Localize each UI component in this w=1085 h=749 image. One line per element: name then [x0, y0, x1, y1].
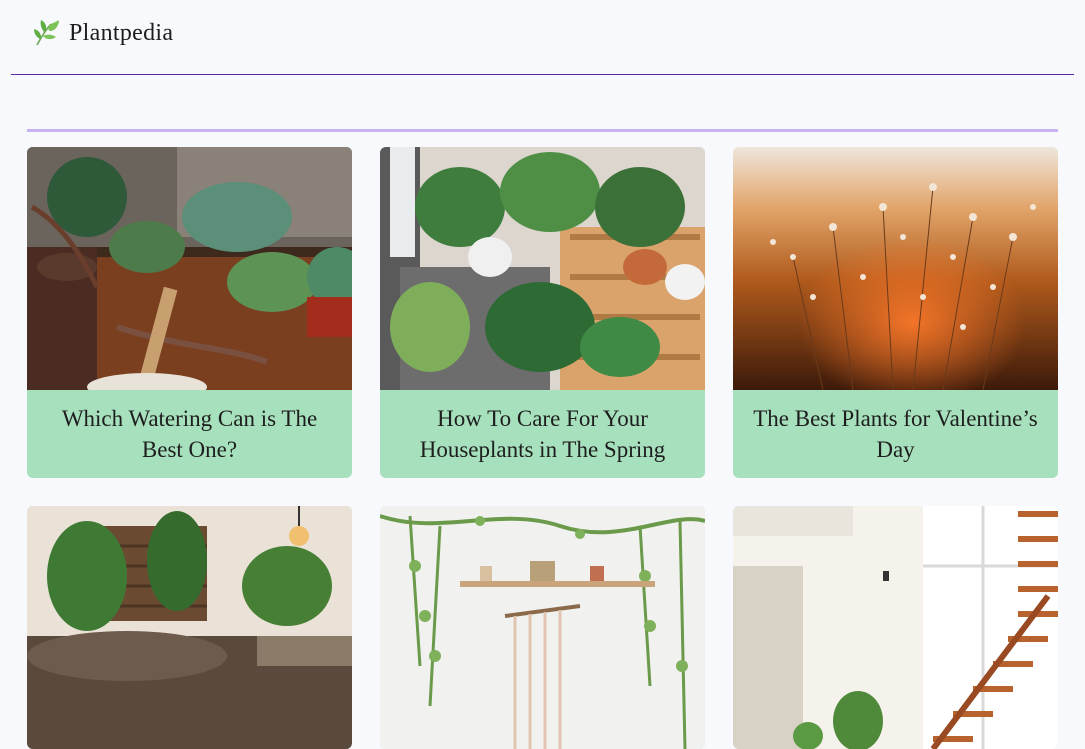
wildflowers-sunset-image: [733, 147, 1058, 390]
living-room-plants-image: [27, 506, 352, 749]
hanging-vines-shelf-image: [380, 506, 705, 749]
article-card[interactable]: [380, 506, 705, 749]
succulents-watering-can-image: [27, 147, 352, 390]
article-title: How To Care For Your Houseplants in The …: [419, 406, 666, 462]
article-grid: Which Watering Can is The Best One? How …: [27, 147, 1058, 749]
staircase-interior-image: [733, 506, 1058, 749]
article-title: The Best Plants for Valentine’s Day: [753, 406, 1038, 462]
article-card[interactable]: The Best Plants for Valentine’s Day: [733, 147, 1058, 478]
site-name: Plantpedia: [69, 19, 174, 46]
section-divider: [27, 129, 1058, 132]
leaf-icon: [34, 20, 59, 46]
article-card[interactable]: [27, 506, 352, 749]
article-title: Which Watering Can is The Best One?: [61, 406, 318, 462]
site-logo-link[interactable]: Plantpedia: [31, 17, 173, 49]
article-card[interactable]: Which Watering Can is The Best One?: [27, 147, 352, 478]
article-card[interactable]: How To Care For Your Houseplants in The …: [380, 147, 705, 478]
article-card[interactable]: [733, 506, 1058, 749]
houseplants-shelf-image: [380, 147, 705, 390]
site-header: Plantpedia: [11, 0, 1074, 75]
